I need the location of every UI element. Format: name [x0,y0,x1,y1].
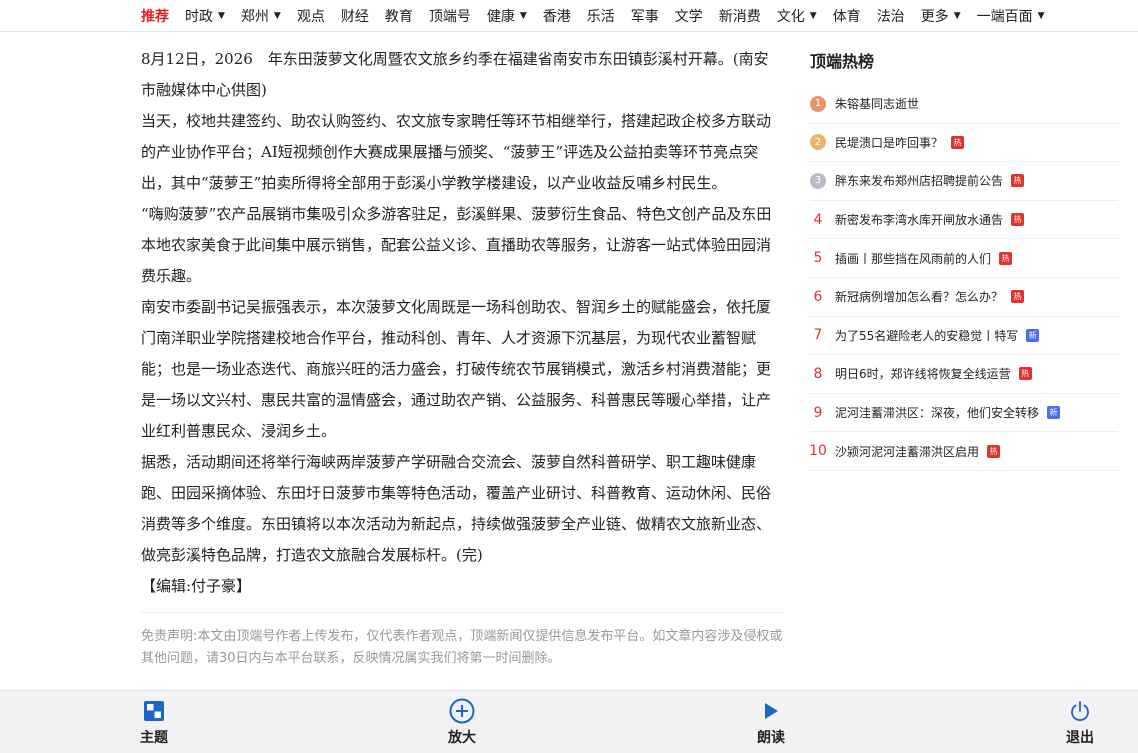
nav-item-dingduanhao[interactable]: 顶端号 [429,6,471,26]
hot-list-item[interactable]: 9 泥河洼蓄滞洪区：深夜，他们安全转移 新 [810,394,1118,433]
article-paragraph: “嗨购菠萝”农产品展销市集吸引众多游客驻足，彭溪鲜果、菠萝衍生食品、特色文创产品… [141,205,772,285]
hot-item-title[interactable]: 明日6时，郑许线将恢复全线运营 [835,365,1011,382]
hot-item-title[interactable]: 插画丨那些挡在风雨前的人们 [835,250,991,267]
hot-list-item[interactable]: 2 民堤溃口是咋回事？ 热 [810,124,1118,163]
nav-item-recommend[interactable]: 推荐 [141,6,169,26]
rank-badge: 3 [810,172,826,189]
hot-item-title[interactable]: 新冠病例增加怎么看？怎么办？ [835,288,1003,305]
hot-list: 1 朱镕基同志逝世 2 民堤溃口是咋回事？ 热 3 胖东来发布郑州店招聘提前公告… [809,85,1118,471]
top-nav: 推荐 时政 ▼ 郑州 ▼ 观点 财经 教育 顶端号 健康 ▼ 香港 乐活 军事 文学 … [0,0,1138,32]
article-editor: 【编辑:付子豪】 [141,577,252,595]
nav-item-sports[interactable]: 体育 [833,6,861,26]
hot-list-item[interactable]: 10 沙颍河泥河洼蓄滞洪区启用 热 [809,432,1118,471]
hot-item-title[interactable]: 沙颍河泥河洼蓄滞洪区启用 [835,443,979,460]
hot-list-item[interactable]: 6 新冠病例增加怎么看？怎么办？ 热 [810,278,1118,317]
zoom-in-icon [449,698,475,724]
hot-item-title[interactable]: 朱镕基同志逝世 [835,95,919,112]
rank-number: 4 [813,211,823,228]
article-body: 8月12日，2026 年东田菠萝文化周暨农文旅乡约季在福建省南安市东田镇彭溪村开… [141,44,783,602]
nav-item-law[interactable]: 法治 [877,6,905,26]
nav-item-culture[interactable]: 文化 ▼ [777,6,817,26]
article-paragraph: 当天，校地共建签约、助农认购签约、农文旅专家聘任等环节相继举行，搭建起政企校多方… [141,112,772,192]
nav-item-literature[interactable]: 文学 [675,6,703,26]
hot-tag-icon: 热 [1011,290,1025,304]
hot-list-item[interactable]: 3 胖东来发布郑州店招聘提前公告 热 [810,162,1118,201]
theme-button[interactable]: 主题 [124,691,184,753]
nav-item-health[interactable]: 健康 ▼ [487,6,527,26]
nav-item-more[interactable]: 更多 ▼ [921,6,961,26]
hot-tag-icon: 热 [951,135,965,149]
rank-badge: 2 [810,134,826,151]
hot-item-title[interactable]: 民堤溃口是咋回事？ [835,134,943,151]
nav-item-zhengzhou[interactable]: 郑州 ▼ [241,6,281,26]
hot-list-title: 顶端热榜 [810,52,875,71]
hot-item-title[interactable]: 为了55名避险老人的安稳觉丨特写 [835,327,1018,344]
new-tag-icon: 新 [1047,406,1061,420]
hot-item-title[interactable]: 胖东来发布郑州店招聘提前公告 [835,172,1003,189]
hot-tag-icon: 热 [987,444,1001,458]
disclaimer-text: 免责声明:本文由顶端号作者上传发布，仅代表作者观点，顶端新闻仅提供信息发布平台。… [141,629,783,666]
zoom-button[interactable]: 放大 [432,691,492,753]
nav-item-opinion[interactable]: 观点 [297,6,325,26]
hot-tag-icon: 热 [999,251,1013,265]
caret-down-icon: ▼ [273,11,281,21]
play-icon [762,699,780,723]
caret-down-icon: ▼ [809,11,817,21]
nav-item-hongkong[interactable]: 香港 [543,6,571,26]
hot-list-item[interactable]: 5 插画丨那些挡在风雨前的人们 热 [810,239,1118,278]
nav-item-military[interactable]: 军事 [631,6,659,26]
nav-item-lehuo[interactable]: 乐活 [587,6,615,26]
power-icon [1069,699,1091,723]
theme-label: 主题 [140,730,168,746]
caret-down-icon: ▼ [1037,11,1045,21]
rank-number: 7 [813,327,823,344]
bottom-toolbar: 主题 放大 朗读 退出 [0,690,1138,753]
nav-bar: 推荐 时政 ▼ 郑州 ▼ 观点 财经 教育 顶端号 健康 ▼ 香港 乐活 军事 文学 … [141,0,1061,32]
nav-item-education[interactable]: 教育 [385,6,413,26]
caret-down-icon: ▼ [218,11,225,21]
article-paragraph: 据悉，活动期间还将举行海峡两岸菠萝产学研融合交流会、菠萝自然科普研学、职工趣味健… [141,453,772,564]
theme-icon [143,699,165,723]
nav-item-new-consumption[interactable]: 新消费 [719,6,761,26]
hot-tag-icon: 热 [1011,174,1025,188]
rank-number: 8 [813,365,823,382]
new-tag-icon: 新 [1026,328,1040,342]
nav-item-yiduanbaimian[interactable]: 一端百面 ▼ [977,6,1045,26]
hot-tag-icon: 热 [1011,213,1025,227]
exit-label: 退出 [1066,730,1094,746]
article-divider [141,612,783,613]
hot-item-title[interactable]: 新密发布李湾水库开闸放水通告 [835,211,1003,228]
rank-number: 5 [813,250,823,267]
rank-badge: 1 [810,95,826,112]
hot-tag-icon: 热 [1018,367,1032,381]
hot-list-item[interactable]: 8 明日6时，郑许线将恢复全线运营 热 [810,355,1118,394]
nav-item-finance[interactable]: 财经 [341,6,369,26]
exit-button[interactable]: 退出 [1050,691,1110,753]
hot-list-item[interactable]: 1 朱镕基同志逝世 [810,85,1118,124]
rank-number: 9 [813,404,823,421]
rank-number: 10 [809,443,827,460]
read-aloud-label: 朗读 [757,730,785,746]
rank-number: 6 [813,288,823,305]
article-paragraph: 南安市委副书记吴振强表示，本次菠萝文化周既是一场科创助农、智润乡土的赋能盛会，依… [141,298,772,440]
hot-list-item[interactable]: 4 新密发布李湾水库开闸放水通告 热 [810,201,1118,240]
read-aloud-button[interactable]: 朗读 [741,691,801,753]
caret-down-icon: ▼ [519,11,527,21]
article-paragraph: 8月12日，2026 年东田菠萝文化周暨农文旅乡约季在福建省南安市东田镇彭溪村开… [141,50,769,99]
caret-down-icon: ▼ [953,11,961,21]
hot-list-item[interactable]: 7 为了55名避险老人的安稳觉丨特写 新 [810,317,1118,356]
zoom-label: 放大 [448,730,476,746]
hot-item-title[interactable]: 泥河洼蓄滞洪区：深夜，他们安全转移 [835,404,1039,421]
nav-item-politics[interactable]: 时政 ▼ [185,6,225,26]
